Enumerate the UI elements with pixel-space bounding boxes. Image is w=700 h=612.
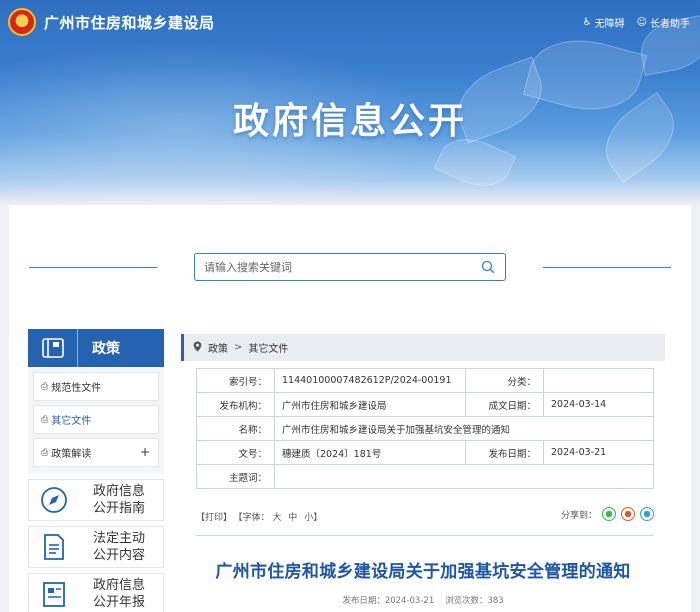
quick-link-line2: 公开指南 — [93, 501, 146, 516]
top-bar: 广州市住房和城乡建设局 ♿ 无障碍 ☺ 长者助手 — [0, 0, 700, 44]
document-tools: 【打印】 【字体： 大 中 小】 分享到： — [196, 507, 654, 525]
expand-icon[interactable]: + — [140, 445, 150, 459]
name-label: 名称： — [196, 416, 275, 441]
table-row: 名称： 广州市住房和城乡建设局关于加强基坑安全管理的通知 — [196, 416, 654, 441]
keywords-label: 主题词： — [196, 464, 275, 489]
document-title: 广州市住房和城乡建设局关于加强基坑安全管理的通知 — [215, 562, 631, 582]
site-name[interactable]: 广州市住房和城乡建设局 — [44, 12, 215, 33]
publisher-value: 广州市住房和城乡建设局 — [274, 392, 466, 417]
quick-link-line1: 政府信息 — [93, 578, 146, 593]
print-and-font-tools: 【打印】 【字体： 大 中 小】 — [196, 510, 328, 523]
accessibility-link[interactable]: ♿ 无障碍 — [583, 15, 625, 30]
quick-link-label: 政府信息 公开指南 — [79, 483, 145, 517]
breadcrumb-item-policy[interactable]: 政策 — [208, 340, 228, 355]
index-label: 索引号： — [196, 368, 275, 393]
publisher-label: 发布机构： — [196, 392, 275, 417]
national-emblem-icon — [8, 8, 36, 36]
index-value: 11440100007482612P/2024-00191 — [274, 368, 466, 393]
book-icon — [28, 329, 78, 367]
quick-link-annual-report[interactable]: 政府信息 公开年报 — [28, 573, 164, 612]
breadcrumb: 政策 > 其它文件 — [181, 334, 665, 361]
sidebar-header: 政策 — [28, 329, 164, 367]
accessibility-label: 无障碍 — [594, 19, 625, 30]
quick-link-line1: 法定主动 — [93, 531, 146, 546]
quick-link-disclosure-guide[interactable]: 政府信息 公开指南 — [28, 479, 164, 521]
font-size-label: 【字体： — [238, 513, 270, 523]
table-row: 文号： 穗建质〔2024〕181号 发布日期： 2024-03-21 — [196, 440, 654, 465]
document-icon: ⎙ — [41, 381, 49, 392]
sidebar-title: 政策 — [92, 341, 120, 357]
font-small-button[interactable]: 小 — [304, 513, 313, 523]
document-publish-date: 发布日期：2024-03-21 — [342, 596, 435, 606]
table-row: 发布机构： 广州市住房和城乡建设局 成文日期： 2024-03-14 — [196, 392, 654, 417]
elderly-icon: ☺ — [636, 17, 647, 28]
report-icon — [29, 574, 79, 612]
created-date-value: 2024-03-14 — [543, 392, 654, 417]
elderly-helper-link[interactable]: ☺ 长者助手 — [637, 15, 690, 30]
font-medium-button[interactable]: 中 — [288, 513, 297, 523]
content-divider — [196, 535, 654, 536]
header-banner: 广州市住房和城乡建设局 ♿ 无障碍 ☺ 长者助手 政府信息公开 — [0, 0, 700, 205]
sidebar-item-label: 规范性文件 — [51, 383, 102, 394]
sidebar-item-label: 其它文件 — [51, 416, 92, 427]
breadcrumb-separator: > — [234, 342, 243, 353]
weibo-share-icon[interactable] — [621, 507, 635, 521]
quick-link-label: 政府信息 公开年报 — [79, 577, 145, 611]
quick-link-line2: 公开内容 — [93, 548, 146, 563]
document-metadata-table: 索引号： 11440100007482612P/2024-00191 分类： 发… — [196, 368, 654, 489]
print-button[interactable]: 【打印】 — [196, 513, 232, 523]
share-label: 分享到： — [560, 510, 597, 521]
quick-link-label: 法定主动 公开内容 — [79, 530, 145, 564]
elderly-helper-label: 长者助手 — [650, 19, 690, 30]
banner-title: 政府信息公开 — [232, 101, 467, 142]
document-views: 浏览次数：383 — [444, 596, 504, 606]
category-value — [543, 368, 654, 393]
font-large-button[interactable]: 大 — [272, 513, 281, 523]
top-tools: ♿ 无障碍 ☺ 长者助手 — [583, 15, 690, 30]
location-icon — [193, 341, 202, 355]
published-date-label: 发布日期： — [465, 440, 544, 465]
share-bar: 分享到： — [561, 507, 654, 521]
name-value: 广州市住房和城乡建设局关于加强基坑安全管理的通知 — [274, 416, 654, 441]
quick-link-line2: 公开年报 — [93, 595, 146, 610]
sidebar-item-policy-interpretation[interactable]: ⎙ 政策解读 + — [33, 438, 159, 467]
created-date-label: 成文日期： — [465, 392, 544, 417]
accessibility-icon: ♿ — [582, 17, 592, 28]
quick-link-line1: 政府信息 — [93, 484, 146, 499]
compass-icon — [29, 480, 79, 520]
sidebar-item-other-docs[interactable]: ⎙ 其它文件 — [33, 405, 159, 434]
document-meta: 发布日期：2024-03-21 浏览次数：383 — [181, 594, 665, 606]
keywords-value — [274, 464, 654, 489]
content-wrapper: 政策 ⎙ 规范性文件 ⎙ 其它文件 ⎙ 政策解读 + 政府信息 公开指南 法定主… — [9, 205, 691, 612]
table-row: 主题词： — [196, 464, 654, 489]
sidebar-item-label: 政策解读 — [51, 449, 92, 460]
quick-link-mandatory-content[interactable]: 法定主动 公开内容 — [28, 526, 164, 568]
category-label: 分类： — [465, 368, 544, 393]
table-row: 索引号： 11440100007482612P/2024-00191 分类： — [196, 368, 654, 393]
published-date-value: 2024-03-21 — [543, 440, 654, 465]
font-size-close: 】 — [313, 513, 323, 523]
document-icon: ⎙ — [41, 414, 49, 425]
document-icon: ⎙ — [41, 447, 49, 458]
wechat-share-icon[interactable] — [602, 507, 616, 521]
qzone-share-icon[interactable] — [640, 507, 654, 521]
doc-number-value: 穗建质〔2024〕181号 — [274, 440, 466, 465]
doc-number-label: 文号： — [196, 440, 275, 465]
sidebar-list: ⎙ 规范性文件 ⎙ 其它文件 ⎙ 政策解读 + — [28, 367, 164, 474]
sidebar-item-normative-docs[interactable]: ⎙ 规范性文件 — [33, 372, 159, 401]
breadcrumb-item-other-docs[interactable]: 其它文件 — [248, 340, 288, 355]
document-icon — [29, 527, 79, 567]
